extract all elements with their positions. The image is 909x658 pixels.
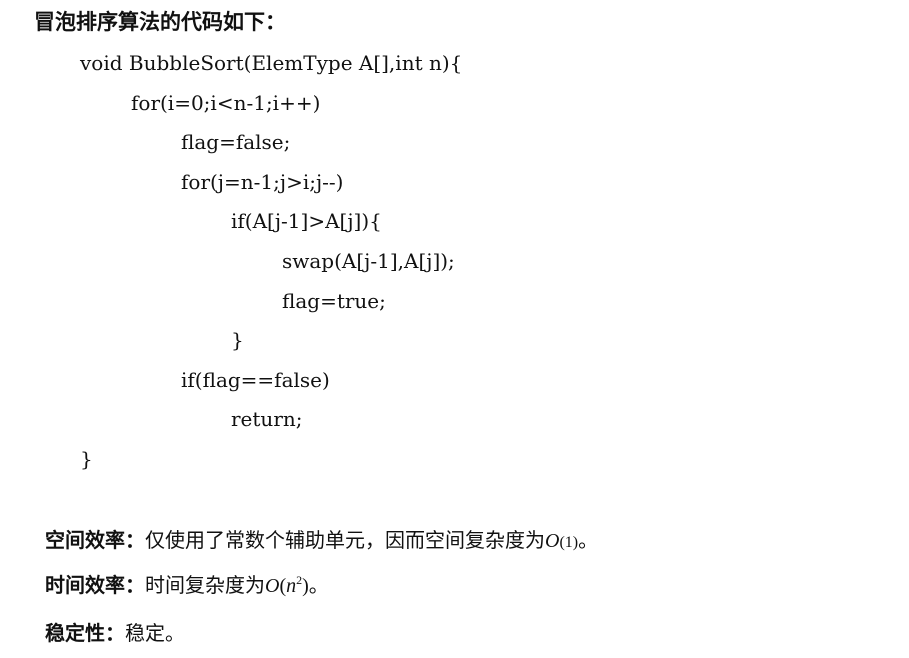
big-o-symbol: O bbox=[545, 530, 560, 552]
time-efficiency-tail: 。 bbox=[308, 573, 329, 597]
time-complexity-formula: O(n2) bbox=[265, 574, 309, 597]
document-page: 冒泡排序算法的代码如下： void BubbleSort(ElemType A[… bbox=[0, 0, 909, 658]
time-efficiency-label: 时间效率： bbox=[45, 573, 145, 597]
code-line-flag-false: flag=false; bbox=[181, 130, 291, 154]
code-line-if-close-brace: } bbox=[231, 328, 244, 352]
stability-text: 稳定。 bbox=[125, 621, 185, 645]
time-efficiency-text: 时间复杂度为 bbox=[145, 573, 265, 597]
complexity-value: 1 bbox=[564, 534, 573, 551]
code-line-return: return; bbox=[231, 407, 303, 431]
code-line-if-flag-check: if(flag==false) bbox=[181, 368, 330, 392]
stability-label: 稳定性： bbox=[45, 621, 125, 645]
big-o-symbol: O bbox=[265, 575, 280, 597]
code-line-function-signature: void BubbleSort(ElemType A[],int n){ bbox=[80, 51, 463, 75]
code-line-inner-for: for(j=n-1;j>i;j--) bbox=[181, 170, 344, 194]
stability-note: 稳定性：稳定。 bbox=[45, 617, 185, 646]
code-line-function-close: } bbox=[80, 447, 93, 471]
code-line-swap: swap(A[j-1],A[j]); bbox=[282, 249, 455, 273]
complexity-variable: n bbox=[286, 575, 297, 597]
code-line-outer-for: for(i=0;i<n-1;i++) bbox=[131, 91, 321, 115]
space-efficiency-label: 空间效率： bbox=[45, 528, 145, 552]
time-efficiency-note: 时间效率：时间复杂度为O(n2)。 bbox=[45, 569, 329, 598]
code-line-flag-true: flag=true; bbox=[282, 289, 386, 313]
paren-close: ) bbox=[302, 575, 309, 597]
space-efficiency-text: 仅使用了常数个辅助单元，因而空间复杂度为 bbox=[145, 528, 545, 552]
space-efficiency-tail: 。 bbox=[578, 528, 599, 552]
space-complexity-formula: O(1) bbox=[545, 530, 578, 552]
section-heading: 冒泡排序算法的代码如下： bbox=[34, 9, 286, 34]
space-efficiency-note: 空间效率：仅使用了常数个辅助单元，因而空间复杂度为O(1)。 bbox=[45, 524, 598, 553]
code-line-if-compare: if(A[j-1]>A[j]){ bbox=[231, 209, 382, 233]
